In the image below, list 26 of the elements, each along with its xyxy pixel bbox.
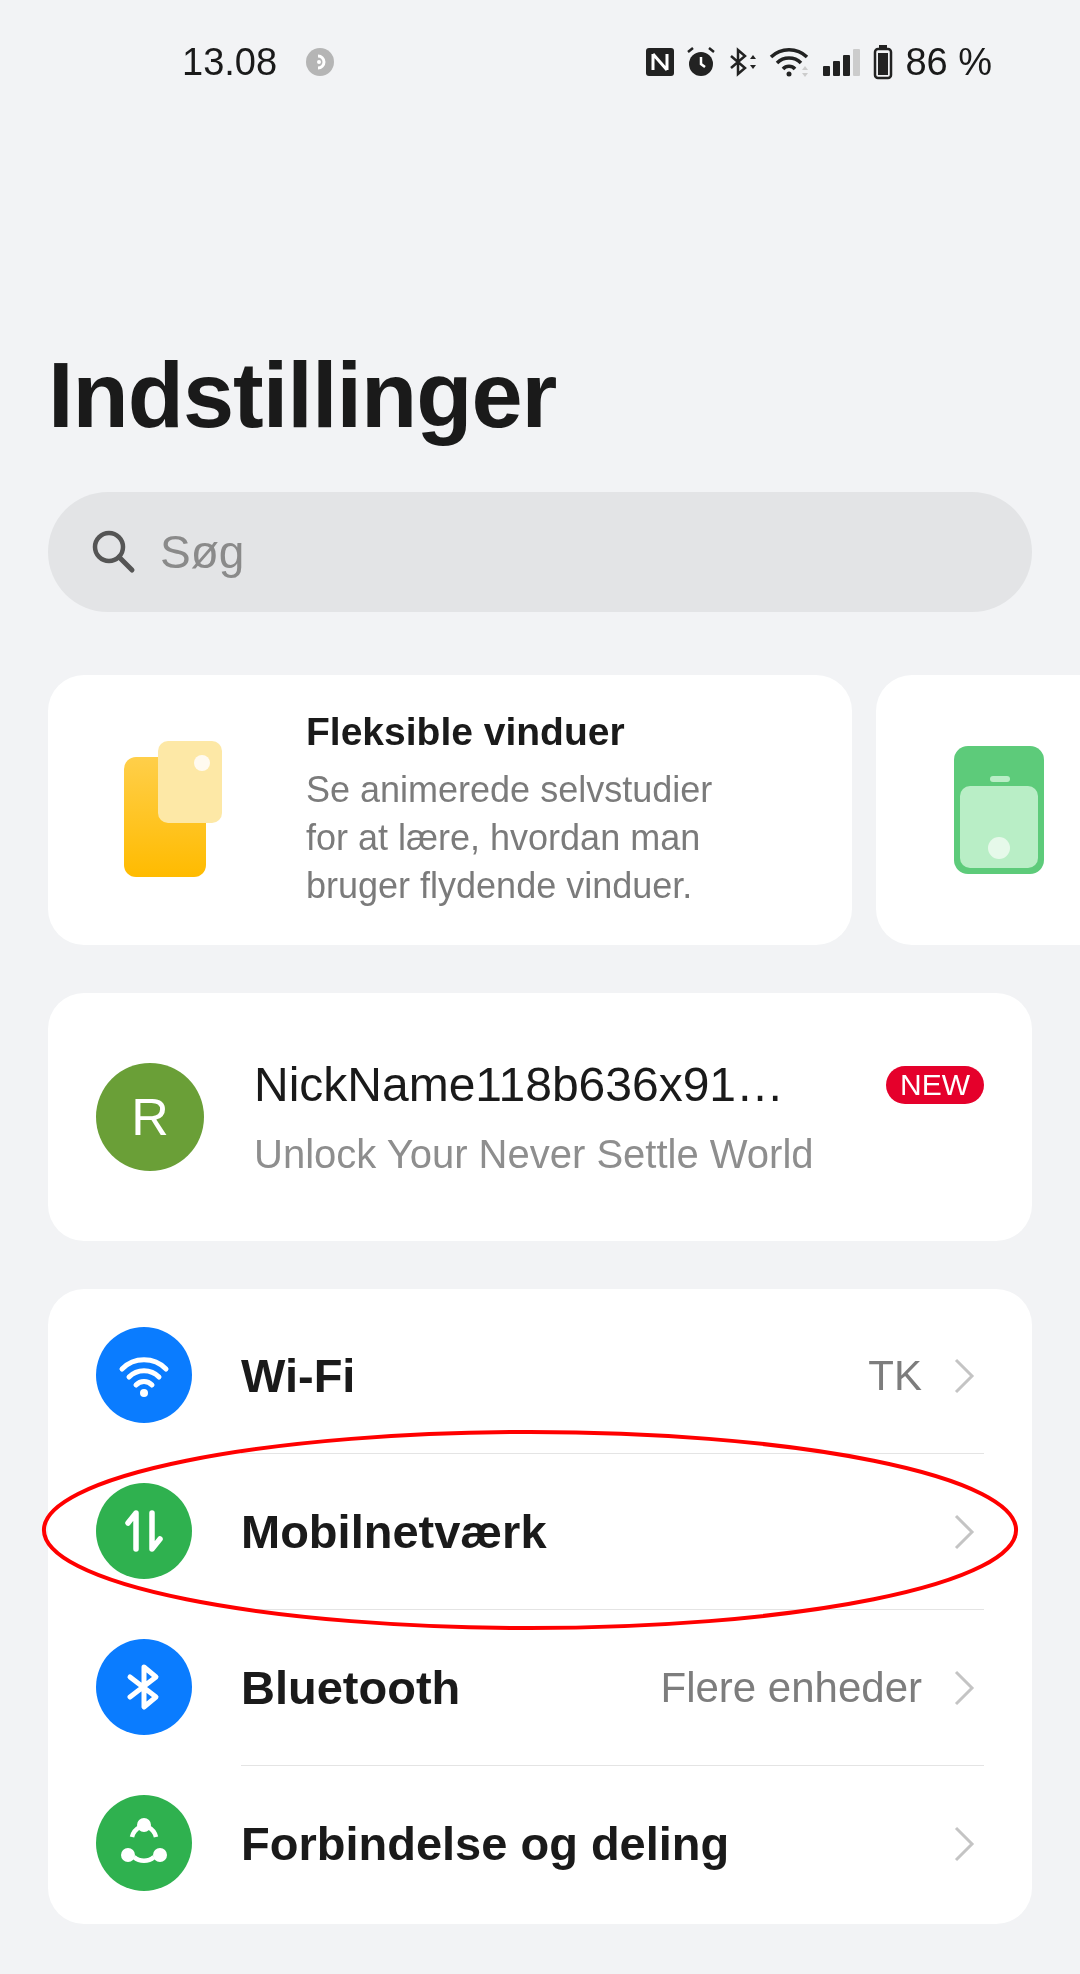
setting-value: TK bbox=[868, 1351, 922, 1400]
battery-level: 86 % bbox=[905, 40, 992, 84]
setting-value: Flere enheder bbox=[660, 1663, 922, 1712]
tip-description: Se animerede selvstudier for at lære, hvordan man bruger flydende vinduer. bbox=[306, 768, 714, 908]
tip-card[interactable]: Fleksible vinduer Se animerede selvstudier for at lære, hvordan man bruger flydende vinduer. bbox=[48, 675, 852, 945]
setting-label: Bluetooth bbox=[241, 1660, 462, 1715]
app-notification-icon bbox=[305, 47, 336, 77]
settings-item[interactable]: Bluetooth Flere enheder bbox=[48, 1609, 1032, 1765]
settings-item[interactable]: Wi-Fi TK bbox=[48, 1297, 1032, 1453]
page-title: Indstillinger bbox=[47, 343, 558, 448]
tip-title: Fleksible vinduer bbox=[306, 710, 626, 754]
profile-card[interactable]: R NickName118b636x91… NEW Unlock Your Never Settle World bbox=[48, 993, 1032, 1241]
setting-label: Mobilnetværk bbox=[241, 1504, 548, 1559]
status-time: 13.08 bbox=[182, 40, 278, 84]
new-badge: NEW bbox=[886, 1065, 984, 1104]
setting-label: Forbindelse og deling bbox=[241, 1816, 731, 1871]
battery-icon bbox=[873, 44, 894, 80]
settings-item[interactable]: Forbindelse og deling bbox=[48, 1765, 1032, 1921]
settings-item[interactable]: Mobilnetværk bbox=[48, 1453, 1032, 1609]
setting-label: Wi-Fi bbox=[241, 1348, 357, 1403]
profile-name: NickName118b636x91… bbox=[254, 1057, 785, 1112]
search-placeholder: Søg bbox=[160, 525, 245, 579]
profile-subtitle: Unlock Your Never Settle World bbox=[254, 1132, 815, 1177]
phone-icon bbox=[952, 744, 1046, 876]
nfc-icon bbox=[645, 47, 676, 77]
avatar: R bbox=[96, 1063, 204, 1171]
